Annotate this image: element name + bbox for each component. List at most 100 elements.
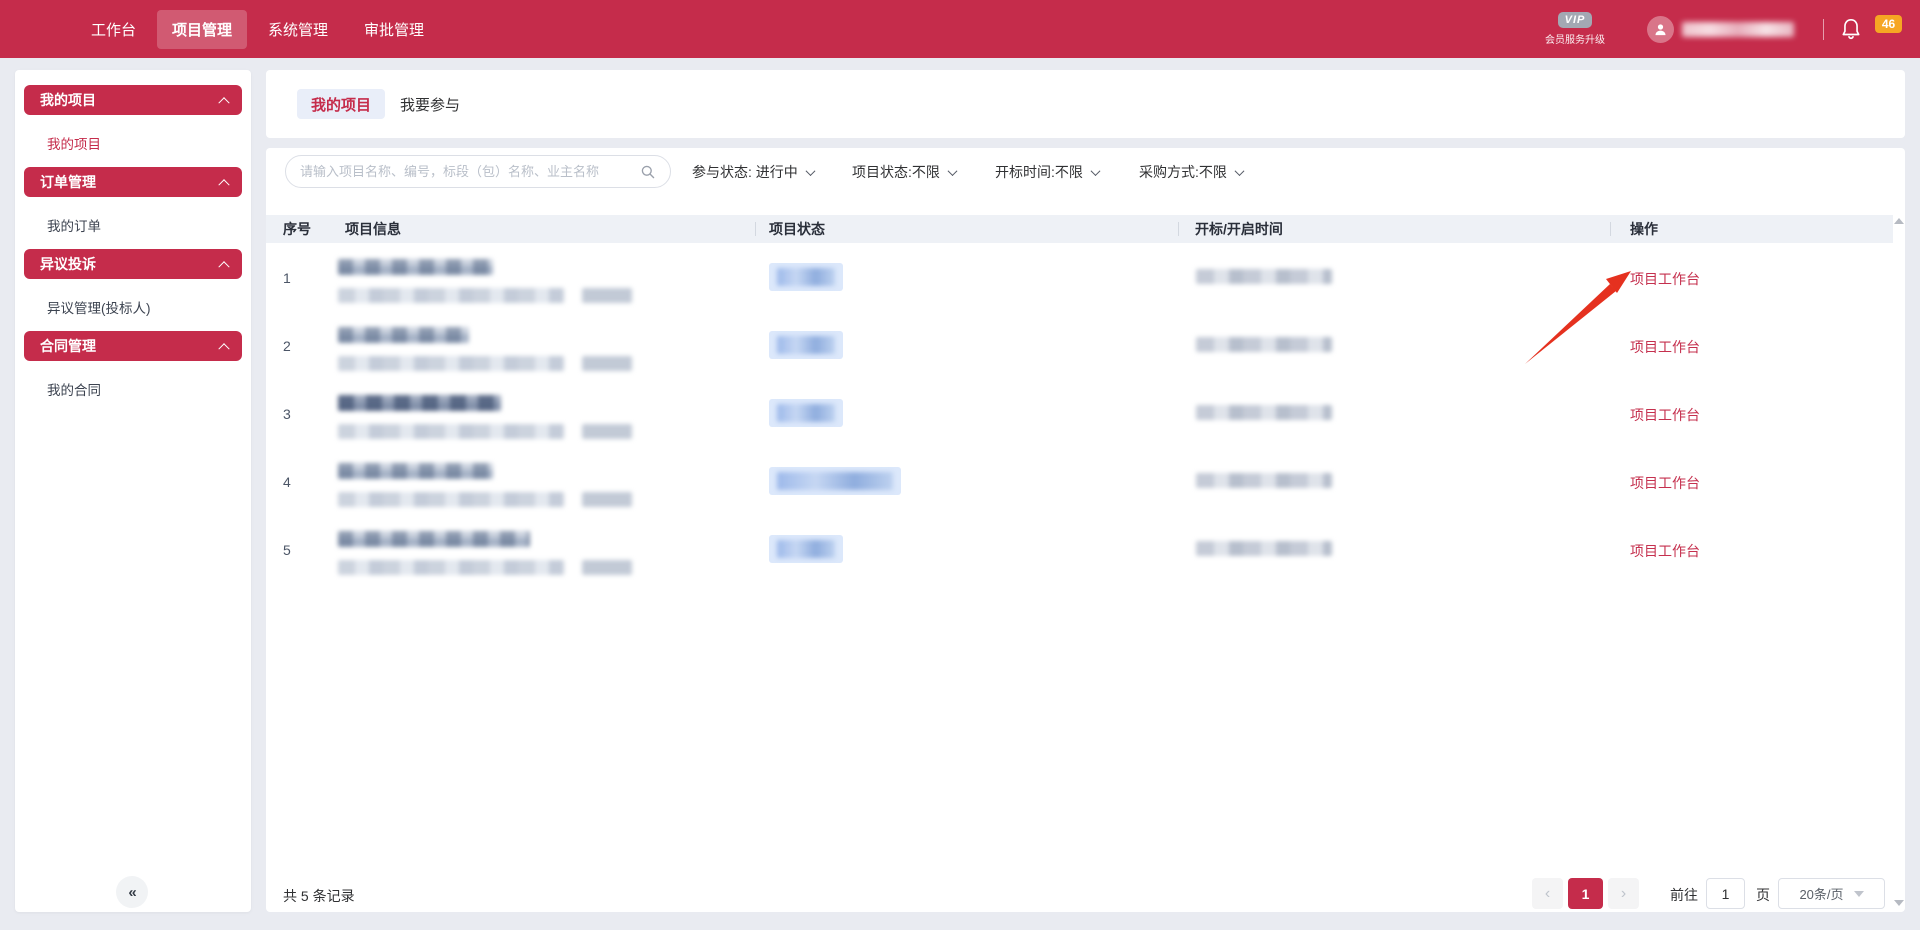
status-redacted [777,336,835,354]
filter-project-status[interactable]: 项目状态:不限 [852,162,956,182]
user-avatar[interactable] [1647,16,1674,43]
tab-my-projects[interactable]: 我的项目 [297,89,385,119]
nav-item-approval-management[interactable]: 审批管理 [349,10,439,49]
status-badge [769,535,843,563]
chevron-down-icon [805,166,815,176]
sidebar-group-title: 合同管理 [40,336,96,356]
opening-time-redacted [1196,405,1332,420]
pagination-next-button[interactable]: › [1608,878,1639,909]
page-size-value: 20条/页 [1799,884,1843,903]
search-input[interactable] [300,164,640,179]
nav-item-project-management[interactable]: 项目管理 [157,10,247,49]
vip-caption: 会员服务升级 [1530,31,1620,46]
total-records-text: 共 5 条记录 [283,886,355,906]
scrollbar-up-arrow[interactable] [1894,218,1904,224]
column-divider [755,222,756,236]
username-redacted [1682,22,1794,37]
column-divider [1610,222,1611,236]
row-index: 5 [283,542,291,558]
scrollbar-down-arrow[interactable] [1894,900,1904,906]
sidebar-group-contract-management[interactable]: 合同管理 [24,331,242,361]
sidebar-item-my-orders[interactable]: 我的订单 [47,215,101,235]
sidebar-group-order-management[interactable]: 订单管理 [24,167,242,197]
project-info-redacted [338,395,501,411]
goto-page-label: 前往 [1670,885,1698,905]
opening-time-redacted [1196,541,1332,556]
project-info-redacted [338,424,564,439]
person-icon [1653,22,1668,37]
main-menu: 工作台 项目管理 系统管理 审批管理 [76,10,439,49]
project-workbench-link[interactable]: 项目工作台 [1630,541,1700,561]
page-unit-label: 页 [1756,885,1770,905]
chevron-down-icon [947,166,957,176]
page-size-select[interactable]: 20条/页 [1778,878,1885,909]
project-info-redacted [338,492,564,507]
sidebar-collapse-button[interactable]: « [116,876,148,908]
status-badge [769,331,843,359]
sidebar-group-objection-complaint[interactable]: 异议投诉 [24,249,242,279]
pagination-page-1[interactable]: 1 [1568,878,1603,909]
table-row: 5 项目工作台 [266,515,1893,583]
opening-time-redacted [1196,337,1332,352]
status-badge [769,263,843,291]
sidebar-group-title: 订单管理 [40,172,96,192]
top-navbar: 工作台 项目管理 系统管理 审批管理 VIP 会员服务升级 46 [0,0,1920,58]
notification-bell-icon[interactable] [1840,17,1862,41]
project-tag-redacted [582,424,632,439]
column-header-opening-time: 开标/开启时间 [1195,215,1283,243]
nav-item-system-management[interactable]: 系统管理 [253,10,343,49]
sidebar-group-my-projects[interactable]: 我的项目 [24,85,242,115]
caret-down-icon [1854,891,1864,897]
project-workbench-link[interactable]: 项目工作台 [1630,473,1700,493]
status-redacted [777,268,835,286]
vip-upgrade[interactable]: VIP 会员服务升级 [1530,10,1620,46]
filter-label: 项目状态:不限 [852,162,940,182]
project-info-redacted [338,356,564,371]
table-body: 1 项目工作台 2 项目工作台 3 [266,243,1893,583]
project-info-redacted [338,531,530,547]
filter-procurement-method[interactable]: 采购方式:不限 [1139,162,1243,182]
opening-time-redacted [1196,473,1332,488]
search-icon[interactable] [640,164,656,180]
opening-time-redacted [1196,269,1332,284]
filter-label: 开标时间:不限 [995,162,1083,182]
chevron-up-icon [218,97,229,108]
project-list-panel: 参与状态: 进行中 项目状态:不限 开标时间:不限 采购方式:不限 序号 项目信… [266,148,1905,912]
nav-divider [1823,19,1824,40]
column-divider [1178,222,1179,236]
column-header-actions: 操作 [1630,215,1658,243]
status-badge [769,467,901,495]
project-workbench-link[interactable]: 项目工作台 [1630,405,1700,425]
chevron-up-icon [218,343,229,354]
row-index: 1 [283,270,291,286]
chevron-left-icon: ‹ [1545,886,1550,902]
chevron-right-icon: › [1621,886,1626,902]
sidebar-item-objection-management[interactable]: 异议管理(投标人) [47,297,151,317]
table-row: 3 项目工作台 [266,379,1893,447]
status-redacted [777,540,835,558]
pagination-prev-button[interactable]: ‹ [1532,878,1563,909]
sidebar-item-my-contracts[interactable]: 我的合同 [47,379,101,399]
table-row: 1 项目工作台 [266,243,1893,311]
project-tag-redacted [582,560,632,575]
search-box [285,155,671,188]
row-index: 2 [283,338,291,354]
chevron-up-icon [218,179,229,190]
project-workbench-link[interactable]: 项目工作台 [1630,269,1700,289]
row-index: 3 [283,406,291,422]
chevron-down-icon [1090,166,1100,176]
tab-want-to-participate[interactable]: 我要参与 [386,89,474,119]
chevron-up-icon [218,261,229,272]
sidebar: 我的项目 我的项目 订单管理 我的订单 异议投诉 异议管理(投标人) 合同管理 … [15,70,251,912]
sidebar-item-my-projects[interactable]: 我的项目 [47,133,101,153]
project-tag-redacted [582,356,632,371]
project-workbench-link[interactable]: 项目工作台 [1630,337,1700,357]
nav-item-workbench[interactable]: 工作台 [76,10,151,49]
filter-participation-status[interactable]: 参与状态: 进行中 [692,162,814,182]
chevron-down-icon [1234,166,1244,176]
sidebar-group-title: 异议投诉 [40,254,96,274]
table-row: 2 项目工作台 [266,311,1893,379]
filter-bid-opening-time[interactable]: 开标时间:不限 [995,162,1099,182]
table-row: 4 项目工作台 [266,447,1893,515]
goto-page-input[interactable] [1706,878,1745,909]
